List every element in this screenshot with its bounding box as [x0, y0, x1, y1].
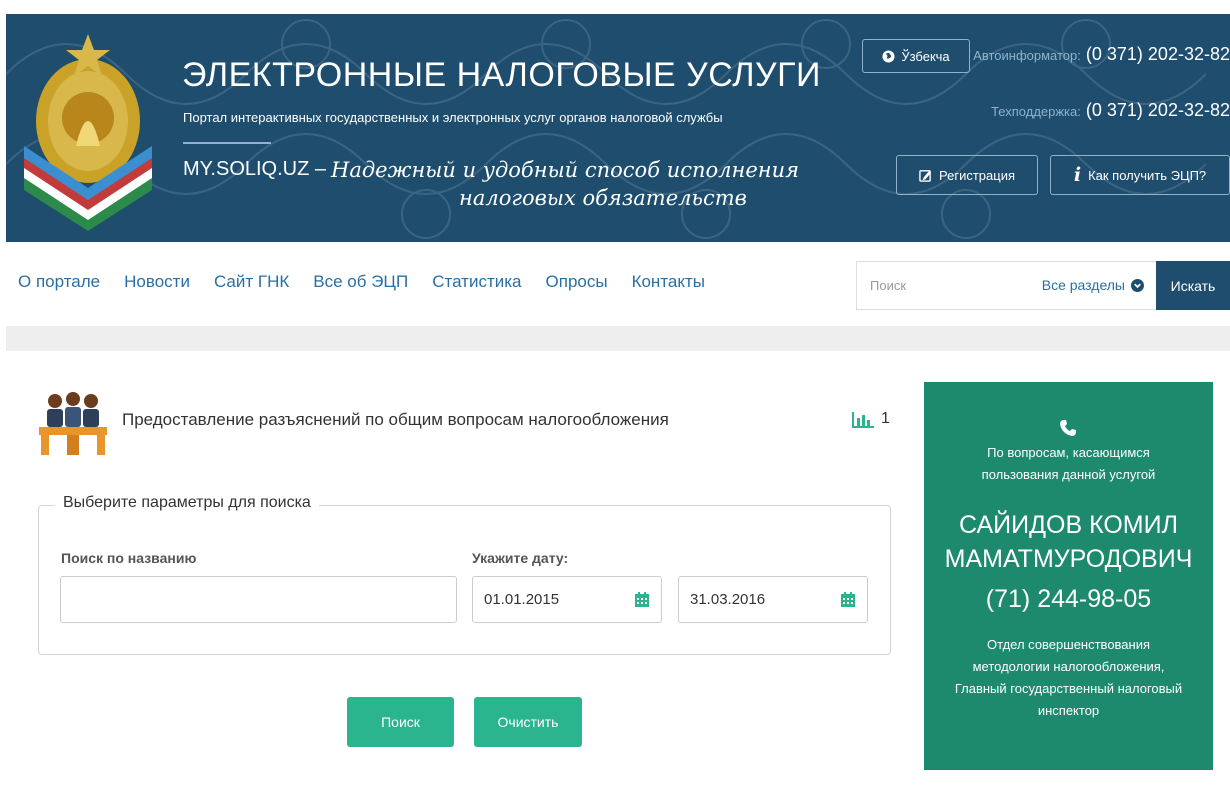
ecp-label: Как получить ЭЦП?: [1088, 167, 1207, 183]
contact-question-line-1: По вопросам, касающимся: [987, 445, 1150, 460]
service-stat-count: 1: [881, 410, 890, 427]
content-top-band: [6, 326, 1230, 351]
autoinfo-label: Автоинформатор:: [973, 48, 1081, 63]
form-search-button[interactable]: Поиск: [347, 697, 454, 747]
name-search-input[interactable]: [60, 576, 457, 623]
date-label: Укажите дату:: [472, 550, 569, 566]
main-nav: О портале Новости Сайт ГНК Все об ЭЦП Ст…: [18, 272, 729, 292]
contact-phone: (71) 244-98-05: [985, 585, 1152, 613]
fieldset-legend: Выберите параметры для поиска: [55, 494, 319, 512]
contact-card: По вопросам, касающимся пользования данн…: [924, 382, 1213, 770]
name-search-label: Поиск по названию: [61, 550, 197, 566]
registration-button[interactable]: Регистрация: [896, 155, 1038, 195]
slogan-line-1: Надежный и удобный способ исполнения: [331, 158, 800, 182]
search-placeholder: Поиск: [870, 278, 907, 293]
search-scope-select[interactable]: Все разделы: [1042, 277, 1144, 293]
nav-item-polls[interactable]: Опросы: [546, 272, 608, 292]
site-title: ЭЛЕКТРОННЫЕ НАЛОГОВЫЕ УСЛУГИ: [182, 56, 821, 94]
info-icon: i: [1073, 164, 1082, 186]
autoinfo-phone: Автоинформатор: (0 371) 202-32-82: [973, 44, 1230, 65]
chevron-down-icon: [1131, 278, 1144, 292]
service-title: Предоставление разъяснений по общим вопр…: [122, 410, 669, 429]
bar-chart-icon: [852, 412, 874, 428]
contact-dept-line-1: Отдел совершенствования: [986, 637, 1151, 652]
nav-item-statistics[interactable]: Статистика: [432, 272, 521, 292]
support-phone: Техподдержка: (0 371) 202-32-82: [991, 100, 1230, 121]
globe-icon: [882, 49, 895, 63]
how-to-get-ecp-button[interactable]: i Как получить ЭЦП?: [1050, 155, 1230, 195]
contact-dept-line-3: Главный государственный налоговый: [954, 681, 1183, 696]
calendar-icon[interactable]: [635, 592, 649, 607]
slogan-host: MY.SOLIQ.UZ –: [183, 158, 327, 180]
language-button[interactable]: Ўзбекча: [862, 39, 970, 73]
form-clear-button[interactable]: Очистить: [474, 697, 582, 747]
date-from-value: 01.01.2015: [484, 591, 560, 608]
search-button[interactable]: Искать: [1156, 261, 1230, 310]
title-divider: [183, 142, 271, 144]
slogan-line-2: налоговых обязательств: [459, 186, 747, 210]
registration-label: Регистрация: [939, 167, 1015, 183]
contact-name-line-1: САЙИДОВ КОМИЛ: [958, 511, 1179, 539]
support-label: Техподдержка:: [991, 104, 1081, 119]
autoinfo-number: (0 371) 202-32-82: [1085, 44, 1230, 64]
language-label: Ўзбекча: [901, 48, 950, 64]
date-from-field[interactable]: 01.01.2015: [472, 576, 662, 623]
date-to-field[interactable]: 31.03.2016: [678, 576, 868, 623]
site-header: ЭЛЕКТРОННЫЕ НАЛОГОВЫЕ УСЛУГИ Портал инте…: [6, 14, 1230, 242]
contact-dept-line-4: инспектор: [1037, 703, 1100, 718]
edit-icon: [919, 169, 932, 182]
nav-item-contacts[interactable]: Контакты: [632, 272, 705, 292]
contact-dept-line-2: методологии налогообложения,: [972, 659, 1165, 674]
search-input[interactable]: Поиск Все разделы: [856, 261, 1156, 310]
site-subtitle: Портал интерактивных государственных и э…: [183, 110, 723, 125]
nav-item-gnk-site[interactable]: Сайт ГНК: [214, 272, 289, 292]
nav-item-about[interactable]: О портале: [18, 272, 100, 292]
nav-item-news[interactable]: Новости: [124, 272, 190, 292]
calendar-icon[interactable]: [841, 592, 855, 607]
support-number: (0 371) 202-32-82: [1085, 100, 1230, 120]
contact-question-line-2: пользования данной услугой: [981, 467, 1156, 482]
contact-name-line-2: МАМАТМУРОДОВИЧ: [944, 545, 1193, 573]
meeting-people-icon: [39, 392, 107, 455]
nav-item-ecp[interactable]: Все об ЭЦП: [313, 272, 408, 292]
phone-icon: [1060, 420, 1076, 436]
date-to-value: 31.03.2016: [690, 591, 766, 608]
state-emblem-logo: [24, 34, 152, 231]
search-scope-label: Все разделы: [1041, 277, 1125, 293]
